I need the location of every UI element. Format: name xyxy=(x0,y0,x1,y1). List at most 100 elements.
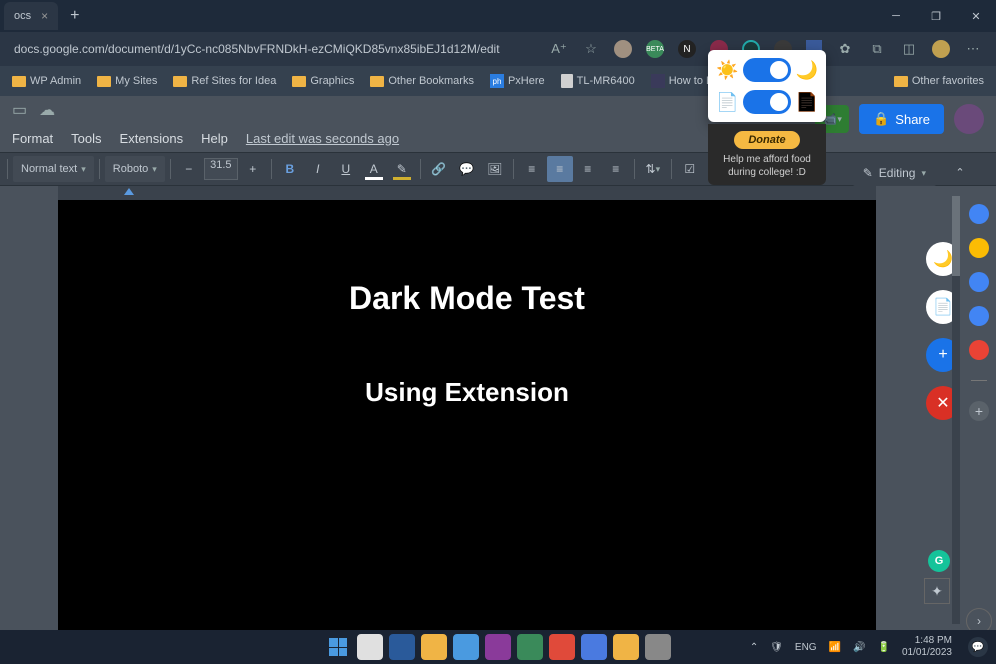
more-icon[interactable]: ⋯ xyxy=(964,40,982,58)
extension-help-panel: Donate Help me afford food during colleg… xyxy=(708,124,826,185)
profile-avatar[interactable] xyxy=(932,40,950,58)
insert-image-button[interactable]: 🖼 xyxy=(482,156,508,182)
extensions-menu-icon[interactable]: ✿ xyxy=(836,40,854,58)
folder-icon xyxy=(292,76,306,87)
insert-comment-button[interactable]: 💬 xyxy=(454,156,480,182)
add-addon-button[interactable]: + xyxy=(969,401,989,421)
tasks-icon[interactable] xyxy=(969,272,989,292)
bold-button[interactable]: B xyxy=(277,156,303,182)
line-spacing-button[interactable]: ⇅▾ xyxy=(640,156,666,182)
theme-toggle[interactable] xyxy=(743,58,791,82)
bookmark-item[interactable]: Other Bookmarks xyxy=(364,73,480,89)
last-edit-link[interactable]: Last edit was seconds ago xyxy=(246,131,399,146)
align-center-button[interactable]: ≡ xyxy=(547,156,573,182)
align-left-button[interactable]: ≡ xyxy=(519,156,545,182)
clock[interactable]: 1:48 PM 01/01/2023 xyxy=(902,635,952,659)
font-size-input[interactable]: 31.5 xyxy=(204,158,238,180)
address-bar: docs.google.com/document/d/1yCc-nc085Nbv… xyxy=(0,32,996,66)
volume-icon[interactable]: 🔊 xyxy=(853,642,865,653)
highlight-button[interactable]: ✎ xyxy=(389,156,415,182)
ruler[interactable] xyxy=(0,186,996,200)
taskbar-app-2[interactable] xyxy=(485,634,511,660)
align-justify-button[interactable]: ≡ xyxy=(603,156,629,182)
pxhere-icon: ph xyxy=(490,74,504,88)
menu-extensions[interactable]: Extensions xyxy=(120,131,184,146)
taskbar-app-7[interactable] xyxy=(645,634,671,660)
contacts-icon[interactable] xyxy=(969,306,989,326)
new-tab-button[interactable]: + xyxy=(70,7,79,25)
bookmark-item[interactable]: Graphics xyxy=(286,73,360,89)
browser-tab[interactable]: ocs × xyxy=(4,2,58,30)
file-icon xyxy=(561,74,573,88)
document-page[interactable]: Dark Mode Test Using Extension xyxy=(58,200,876,630)
doc-toggle[interactable] xyxy=(743,90,791,114)
taskbar-app-4[interactable] xyxy=(549,634,575,660)
italic-button[interactable]: I xyxy=(305,156,331,182)
user-avatar[interactable] xyxy=(954,104,984,134)
collections-icon[interactable]: ⧉ xyxy=(868,40,886,58)
maximize-button[interactable]: ❐ xyxy=(916,0,956,32)
calendar-icon[interactable] xyxy=(969,204,989,224)
taskbar-app-6[interactable] xyxy=(613,634,639,660)
bookmark-item[interactable]: Ref Sites for Idea xyxy=(167,73,282,89)
extension-beta-icon[interactable]: BETA xyxy=(646,40,664,58)
explore-button[interactable]: ✦ xyxy=(924,578,950,604)
vertical-scrollbar[interactable] xyxy=(952,196,960,624)
bookmarks-bar: WP Admin My Sites Ref Sites for Idea Gra… xyxy=(0,66,996,96)
taskbar-app-3[interactable] xyxy=(517,634,543,660)
collapse-toolbar-button[interactable]: ⌃ xyxy=(948,160,972,184)
battery-icon[interactable]: 🔋 xyxy=(877,642,889,653)
grammarly-icon[interactable]: G xyxy=(928,550,950,572)
browser-menu-icon[interactable]: ◫ xyxy=(900,40,918,58)
menu-tools[interactable]: Tools xyxy=(71,131,101,146)
divider xyxy=(971,380,987,381)
underline-button[interactable]: U xyxy=(333,156,359,182)
keep-icon[interactable] xyxy=(969,238,989,258)
file-explorer-icon[interactable] xyxy=(421,634,447,660)
security-icon[interactable]: 🛡 xyxy=(770,642,783,653)
editing-mode-button[interactable]: ✎Editing▾ xyxy=(853,160,936,186)
extension-icon-n[interactable]: N xyxy=(678,40,696,58)
docs-logo-icon[interactable]: ▭ xyxy=(12,100,27,120)
font-size-decrease[interactable]: − xyxy=(176,156,202,182)
url-field[interactable]: docs.google.com/document/d/1yCc-nc085Nbv… xyxy=(6,42,550,56)
reading-mode-icon[interactable]: A⁺ xyxy=(550,40,568,58)
tray-chevron-icon[interactable]: ⌃ xyxy=(750,642,758,653)
bookmark-item[interactable]: phPxHere xyxy=(484,72,551,90)
docs-app: ▭ ☁ Format Tools Extensions Help Last ed… xyxy=(0,96,996,664)
checklist-button[interactable]: ☑ xyxy=(677,156,703,182)
bookmark-item[interactable]: WP Admin xyxy=(6,73,87,89)
other-favorites[interactable]: Other favorites xyxy=(888,73,990,89)
cloud-status-icon[interactable]: ☁ xyxy=(39,100,55,120)
menu-help[interactable]: Help xyxy=(201,131,228,146)
donate-button[interactable]: Donate xyxy=(734,131,799,149)
bookmark-item[interactable]: My Sites xyxy=(91,73,163,89)
edge-icon[interactable] xyxy=(453,634,479,660)
close-tab-icon[interactable]: × xyxy=(41,9,48,23)
align-right-button[interactable]: ≡ xyxy=(575,156,601,182)
task-view-icon[interactable] xyxy=(357,634,383,660)
extension-icon-1[interactable] xyxy=(614,40,632,58)
notifications-button[interactable]: 💬 xyxy=(968,637,988,657)
menu-format[interactable]: Format xyxy=(12,131,53,146)
close-window-button[interactable]: ✕ xyxy=(956,0,996,32)
document-heading-2: Using Extension xyxy=(118,377,816,408)
wifi-icon[interactable]: 📶 xyxy=(829,642,841,653)
favorite-icon[interactable]: ☆ xyxy=(582,40,600,58)
scrollbar-thumb[interactable] xyxy=(952,196,960,276)
taskbar-app-5[interactable] xyxy=(581,634,607,660)
minimize-button[interactable]: ─ xyxy=(876,0,916,32)
language-indicator[interactable]: ENG xyxy=(795,642,817,653)
font-size-increase[interactable]: + xyxy=(240,156,266,182)
style-select[interactable]: Normal text▾ xyxy=(13,156,94,182)
share-button[interactable]: 🔒Share xyxy=(859,104,944,134)
insert-link-button[interactable]: 🔗 xyxy=(426,156,452,182)
start-button[interactable] xyxy=(325,634,351,660)
taskbar-app-1[interactable] xyxy=(389,634,415,660)
font-select[interactable]: Roboto▾ xyxy=(105,156,165,182)
help-text: Help me afford food during college! :D xyxy=(714,153,820,179)
text-color-button[interactable]: A xyxy=(361,156,387,182)
light-doc-icon: 📄 xyxy=(716,92,738,113)
bookmark-item[interactable]: TL-MR6400 xyxy=(555,72,641,90)
maps-icon[interactable] xyxy=(969,340,989,360)
